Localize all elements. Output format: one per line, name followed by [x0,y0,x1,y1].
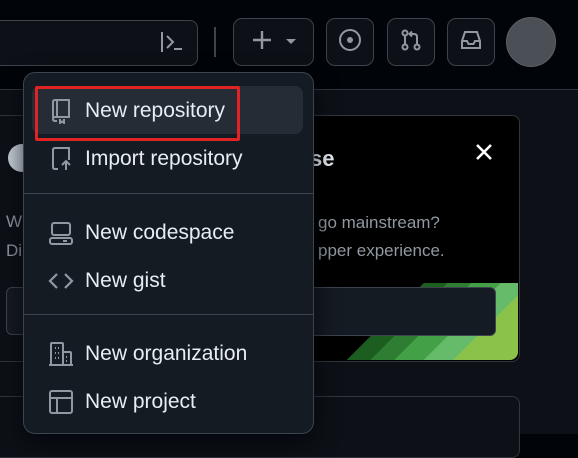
organization-icon [48,341,74,367]
issues-button[interactable] [326,18,374,66]
highlight-box [35,86,240,141]
triangle-down-icon [285,33,297,51]
left-card-text-2: Di [6,241,23,260]
menu-item-label: Import repository [85,147,243,170]
menu-divider [24,314,313,315]
left-card-text-1: W [6,212,23,231]
menu-item-new-project[interactable]: New project [32,377,303,425]
promo-input[interactable] [300,287,496,336]
header-divider [214,27,216,57]
terminal-icon[interactable] [158,28,186,61]
menu-item-label: New gist [85,269,166,292]
plus-icon [251,29,273,56]
avatar[interactable] [506,17,556,67]
promo-text-2: pper experience. [318,241,445,260]
issue-opened-icon [338,28,362,57]
menu-divider [24,193,313,194]
menu-item-new-gist[interactable]: New gist [32,256,303,304]
codespaces-icon [48,220,74,246]
git-pull-request-icon [399,28,423,57]
table-icon [48,389,74,415]
menu-item-import-repository[interactable]: Import repository [32,134,303,182]
menu-item-label: New project [85,390,196,413]
promo-text-1: go mainstream? [318,213,440,232]
create-new-button[interactable] [233,18,314,66]
menu-item-label: New organization [85,342,248,365]
pull-requests-button[interactable] [387,18,435,66]
inbox-button[interactable] [447,18,495,66]
menu-item-label: New codespace [85,221,235,244]
inbox-icon [459,28,483,57]
menu-item-new-organization[interactable]: New organization [32,329,303,377]
menu-item-new-codespace[interactable]: New codespace [32,208,303,256]
close-icon[interactable] [472,140,496,169]
code-icon [48,268,74,294]
repo-push-icon [48,146,74,172]
